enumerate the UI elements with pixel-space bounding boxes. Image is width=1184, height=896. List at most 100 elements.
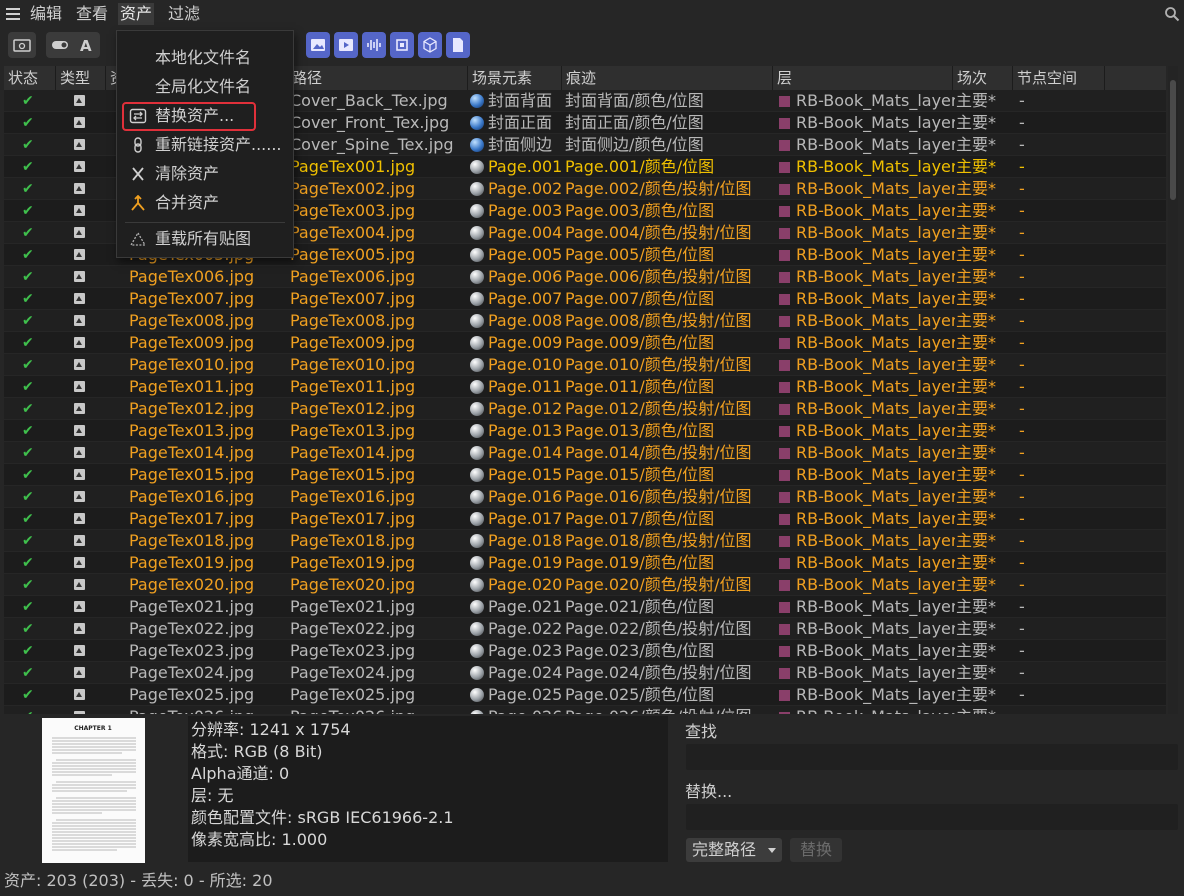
node-space: -	[1019, 91, 1025, 110]
table-row[interactable]: ✔ PageTex022.jpg PageTex022.jpg Page.022 Pag…	[4, 618, 1166, 640]
table-row[interactable]: ✔ PageTex008.jpg PageTex008.jpg Page.008 Pag…	[4, 310, 1166, 332]
filter-document-button[interactable]	[446, 32, 470, 58]
node-space: -	[1019, 531, 1025, 550]
table-row[interactable]: ✔ PageTex007.jpg PageTex007.jpg Page.007 Pag…	[4, 288, 1166, 310]
table-row[interactable]: ✔ PageTex017.jpg PageTex017.jpg Page.017 Pag…	[4, 508, 1166, 530]
scene-element: Page.023	[470, 640, 564, 662]
menu-clear-asset[interactable]: 清除资产	[117, 161, 293, 187]
asset-trace: Page.004/颜色/投射/位图	[565, 223, 752, 242]
layer-label: RB-Book_Mats_layer	[796, 91, 955, 110]
path-mode-dropdown[interactable]: 完整路径	[686, 838, 782, 862]
table-row[interactable]: ✔ PageTex025.jpg PageTex025.jpg Page.025 Pag…	[4, 684, 1166, 706]
chevron-down-icon	[768, 848, 776, 853]
node-space: -	[1019, 377, 1025, 396]
asset-take: 主要*	[956, 487, 997, 506]
image-type-icon	[74, 491, 85, 502]
layer-color-swatch	[779, 690, 790, 701]
asset-layer: RB-Book_Mats_layer	[777, 464, 955, 486]
node-space: -	[1019, 575, 1025, 594]
table-row[interactable]: ✔ PageTex014.jpg PageTex014.jpg Page.014 Pag…	[4, 442, 1166, 464]
header-take[interactable]: 场次	[953, 66, 1013, 90]
table-scrollbar[interactable]	[1168, 66, 1178, 714]
filter-audio-button[interactable]	[362, 32, 386, 58]
table-row[interactable]: ✔ PageTex018.jpg PageTex018.jpg Page.018 Pag…	[4, 530, 1166, 552]
menu-view[interactable]: 查看	[74, 3, 110, 25]
menu-merge-asset[interactable]: 合并资产	[117, 190, 293, 216]
node-space: -	[1019, 399, 1025, 418]
asset-take: 主要*	[956, 355, 997, 374]
menu-reload-textures[interactable]: 重载所有贴图	[117, 226, 293, 252]
scene-element-label: Page.021	[488, 597, 563, 616]
material-sphere-icon	[470, 314, 484, 328]
menu-edit[interactable]: 编辑	[28, 3, 64, 25]
browse-folder-button[interactable]	[8, 32, 36, 58]
menu-separator	[125, 222, 285, 223]
replace-button[interactable]: 替换	[790, 838, 842, 862]
close-icon	[132, 167, 144, 181]
asset-trace: Page.007/颜色/位图	[565, 289, 715, 308]
asset-take: 主要*	[956, 245, 997, 264]
filter-chip-button[interactable]	[390, 32, 414, 58]
search-icon[interactable]	[1164, 6, 1180, 22]
scene-element-label: Page.010	[488, 355, 563, 374]
filter-image-button[interactable]	[306, 32, 330, 58]
table-row[interactable]: ✔ PageTex009.jpg PageTex009.jpg Page.009 Pag…	[4, 332, 1166, 354]
table-row[interactable]: ✔ PageTex024.jpg PageTex024.jpg Page.024 Pag…	[4, 662, 1166, 684]
image-type-icon	[74, 227, 85, 238]
display-options-button[interactable]: A	[46, 32, 100, 58]
menu-replace-asset[interactable]: 替换资产...	[117, 103, 293, 129]
table-row[interactable]: ✔ PageTex015.jpg PageTex015.jpg Page.015 Pag…	[4, 464, 1166, 486]
layer-color-swatch	[779, 96, 790, 107]
asset-name: PageTex010.jpg	[129, 355, 255, 374]
filter-movie-button[interactable]	[334, 32, 358, 58]
info-color-profile: 颜色配置文件: sRGB IEC61966-2.1	[191, 808, 454, 827]
asset-path: PageTex023.jpg	[290, 641, 416, 660]
document-preview: CHAPTER 1	[52, 725, 136, 851]
table-row[interactable]: ✔ PageTex019.jpg PageTex019.jpg Page.019 Pag…	[4, 552, 1166, 574]
layer-color-swatch	[779, 404, 790, 415]
header-trace[interactable]: 痕迹	[562, 66, 773, 90]
table-row[interactable]: ✔ PageTex023.jpg PageTex023.jpg Page.023 Pag…	[4, 640, 1166, 662]
table-row[interactable]: ✔ PageTex013.jpg PageTex013.jpg Page.013 Pag…	[4, 420, 1166, 442]
header-type[interactable]: 类型	[56, 66, 106, 90]
table-row[interactable]: ✔ PageTex011.jpg PageTex011.jpg Page.011 Pag…	[4, 376, 1166, 398]
header-scene-element[interactable]: 场景元素	[468, 66, 562, 90]
scene-element: Page.014	[470, 442, 564, 464]
asset-trace: 封面正面/颜色/位图	[565, 113, 704, 132]
scrollbar-thumb[interactable]	[1170, 80, 1176, 200]
menu-globalize-filename[interactable]: 全局化文件名	[117, 74, 293, 100]
menu-item-label: 替换资产...	[155, 106, 235, 125]
material-sphere-icon	[470, 666, 484, 680]
replace-input[interactable]	[686, 804, 1178, 830]
table-row[interactable]: ✔ PageTex021.jpg PageTex021.jpg Page.021 Pag…	[4, 596, 1166, 618]
menu-assets[interactable]: 资产	[118, 3, 155, 25]
asset-layer: RB-Book_Mats_layer	[777, 552, 955, 574]
table-row[interactable]: ✔ PageTex006.jpg PageTex006.jpg Page.006 Pag…	[4, 266, 1166, 288]
menu-item-label: 清除资产	[155, 164, 220, 183]
table-row[interactable]: ✔ PageTex020.jpg PageTex020.jpg Page.020 Pag…	[4, 574, 1166, 596]
asset-path: PageTex008.jpg	[290, 311, 416, 330]
menu-filter[interactable]: 过滤	[166, 3, 202, 25]
node-space: -	[1019, 597, 1025, 616]
asset-info-panel: CHAPTER 1 分辨率: 1241 x 1754 格式: RGB (8 Bi…	[0, 714, 1184, 866]
asset-trace: Page.008/颜色/投射/位图	[565, 311, 752, 330]
header-node-space[interactable]: 节点空间	[1013, 66, 1105, 90]
table-row[interactable]: ✔ PageTex010.jpg PageTex010.jpg Page.010 Pag…	[4, 354, 1166, 376]
find-input[interactable]	[686, 744, 1178, 770]
menu-localize-filename[interactable]: 本地化文件名	[117, 45, 293, 71]
layer-label: RB-Book_Mats_layer	[796, 641, 955, 660]
filter-cube-button[interactable]	[418, 32, 442, 58]
material-sphere-icon	[470, 622, 484, 636]
header-path[interactable]: 路径	[288, 66, 468, 90]
status-check-icon: ✔	[22, 247, 34, 263]
header-layer[interactable]: 层	[773, 66, 953, 90]
material-sphere-icon	[470, 160, 484, 174]
scene-element-label: Page.019	[488, 553, 563, 572]
table-row[interactable]: ✔ PageTex016.jpg PageTex016.jpg Page.016 Pag…	[4, 486, 1166, 508]
table-row[interactable]: ✔ PageTex012.jpg PageTex012.jpg Page.012 Pag…	[4, 398, 1166, 420]
node-space: -	[1019, 245, 1025, 264]
table-row[interactable]: ✔ PageTex026.jpgPageTex026.jpg Page.026Pag…	[4, 706, 1166, 714]
hamburger-menu-icon[interactable]	[6, 8, 20, 20]
header-status[interactable]: 状态	[4, 66, 56, 90]
menu-relink-asset[interactable]: 重新链接资产......	[117, 132, 293, 158]
